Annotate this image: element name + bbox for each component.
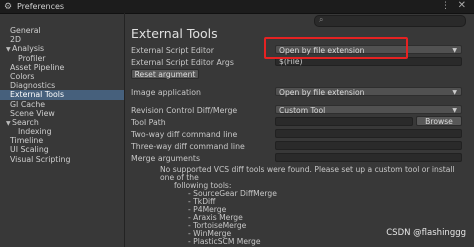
external-script-editor-args-label: External Script Editor Args	[131, 58, 234, 67]
sidebar-item-label: UI Scaling	[10, 145, 49, 155]
window-titlebar: ⚙ Preferences ⋮ ✕	[0, 0, 474, 14]
sidebar: General 2D ▼Analysis Profiler Asset Pipe…	[0, 26, 124, 247]
sidebar-item-label: Asset Pipeline	[10, 62, 65, 72]
tool-path-label: Tool Path	[131, 118, 166, 127]
watermark: CSDN @flashinggg	[386, 228, 466, 238]
sidebar-item-indexing[interactable]: Indexing	[0, 127, 124, 136]
sidebar-item-colors[interactable]: Colors	[0, 72, 124, 81]
gear-icon: ⚙	[4, 1, 13, 12]
sidebar-item-label: Analysis	[12, 44, 45, 54]
sidebar-item-analysis[interactable]: ▼Analysis	[0, 44, 124, 53]
sidebar-item-gi-cache[interactable]: GI Cache	[0, 100, 124, 109]
close-icon[interactable]: ✕	[458, 0, 466, 11]
chevron-down-icon: ▼	[452, 107, 457, 114]
dropdown-value: Custom Tool	[279, 106, 326, 115]
sidebar-item-label: Search	[12, 117, 39, 127]
page-title: External Tools	[131, 26, 218, 41]
window-title: Preferences	[17, 2, 65, 11]
sidebar-item-label: Diagnostics	[10, 81, 56, 91]
revision-control-label: Revision Control Diff/Merge	[131, 106, 238, 115]
sidebar-item-profiler[interactable]: Profiler	[0, 54, 124, 63]
sidebar-item-diagnostics[interactable]: Diagnostics	[0, 81, 124, 90]
sidebar-item-label: General	[10, 26, 41, 35]
sidebar-item-ui-scaling[interactable]: UI Scaling	[0, 145, 124, 154]
list-item: - PlasticSCM Merge	[188, 237, 261, 246]
two-way-diff-label: Two-way diff command line	[131, 130, 238, 139]
sidebar-item-asset-pipeline[interactable]: Asset Pipeline	[0, 63, 124, 72]
sidebar-item-timeline[interactable]: Timeline	[0, 136, 124, 145]
sidebar-item-search[interactable]: ▼Search	[0, 118, 124, 127]
more-options-icon[interactable]: ⋮	[441, 1, 450, 11]
sidebar-item-label: Colors	[10, 71, 35, 81]
two-way-diff-field[interactable]	[275, 129, 462, 138]
sidebar-item-label: External Tools	[10, 90, 65, 100]
sidebar-item-general[interactable]: General	[0, 26, 124, 35]
sidebar-divider[interactable]	[124, 13, 125, 247]
chevron-down-icon: ▼	[452, 47, 457, 54]
message-line: No supported VCS diff tools were found. …	[160, 165, 455, 182]
sidebar-item-label: 2D	[10, 35, 21, 45]
sidebar-item-label: Timeline	[10, 136, 44, 146]
sidebar-item-2d[interactable]: 2D	[0, 35, 124, 44]
image-application-label: Image application	[131, 88, 201, 97]
revision-control-dropdown[interactable]: Custom Tool ▼	[275, 105, 462, 115]
reset-argument-button[interactable]: Reset argument	[131, 69, 199, 79]
three-way-diff-label: Three-way diff command line	[131, 142, 245, 151]
image-application-dropdown[interactable]: Open by file extension ▼	[275, 87, 462, 97]
sidebar-item-visual-scripting[interactable]: Visual Scripting	[0, 155, 124, 164]
highlight-box	[264, 37, 408, 59]
sidebar-item-label: Indexing	[18, 127, 52, 137]
three-way-diff-field[interactable]	[275, 141, 462, 150]
sidebar-item-scene-view[interactable]: Scene View	[0, 109, 124, 118]
chevron-down-icon: ▼	[452, 89, 457, 96]
browse-button[interactable]: Browse	[416, 116, 462, 126]
sidebar-item-external-tools[interactable]: External Tools	[0, 90, 124, 100]
dropdown-value: Open by file extension	[279, 88, 365, 97]
sidebar-item-label: Profiler	[18, 53, 46, 63]
sidebar-item-label: GI Cache	[10, 99, 46, 109]
merge-arguments-field[interactable]	[275, 153, 462, 162]
tool-path-field[interactable]	[275, 117, 413, 126]
sidebar-item-label: Scene View	[10, 108, 55, 118]
sidebar-item-label: Visual Scripting	[10, 154, 71, 164]
external-script-editor-label: External Script Editor	[131, 46, 214, 55]
merge-arguments-label: Merge arguments	[131, 154, 201, 163]
